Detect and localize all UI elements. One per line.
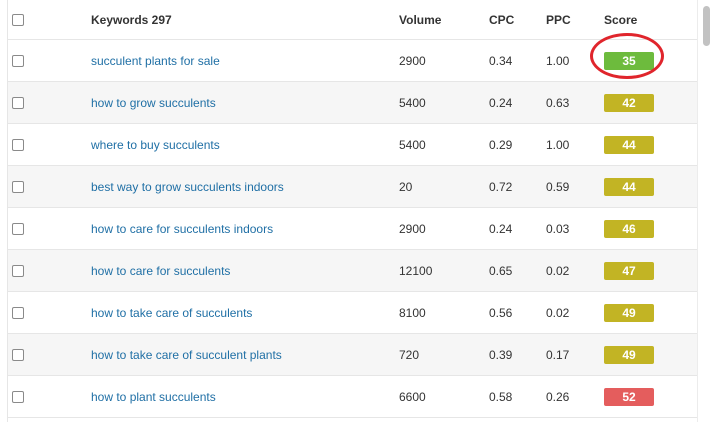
score-badge: 42 (604, 93, 654, 112)
keyword-link[interactable]: how to plant succulents (91, 376, 216, 417)
row-checkbox[interactable] (12, 96, 24, 109)
cpc-column-header[interactable]: CPC (489, 0, 514, 39)
row-checkbox[interactable] (12, 222, 24, 235)
scrollbar-track[interactable] (697, 0, 725, 422)
volume-value: 720 (399, 347, 420, 362)
table-row[interactable]: how to take care of succulent plants 720 0… (8, 334, 697, 376)
score-badge: 49 (604, 303, 654, 322)
ppc-value: 0.63 (546, 95, 570, 110)
score-badge: 46 (604, 219, 654, 238)
ppc-value: 1.00 (546, 137, 570, 152)
scrollbar-thumb[interactable] (703, 6, 710, 46)
keyword-link[interactable]: where to buy succulents (91, 124, 220, 165)
score-badge: 52 (604, 387, 654, 406)
score-badge: 44 (604, 135, 654, 154)
ppc-value: 0.17 (546, 347, 570, 362)
cpc-value: 0.58 (489, 389, 513, 404)
keyword-link[interactable]: how to take care of succulent plants (91, 334, 282, 375)
row-checkbox[interactable] (12, 390, 24, 403)
cpc-value: 0.29 (489, 137, 513, 152)
cpc-value: 0.72 (489, 179, 513, 194)
select-all-checkbox[interactable] (12, 13, 24, 26)
keyword-link[interactable]: how to care for succulents indoors (91, 208, 273, 249)
cpc-value: 0.39 (489, 347, 513, 362)
highlight-circle-annotation (590, 33, 664, 79)
score-badge: 49 (604, 345, 654, 364)
score-badge: 44 (604, 177, 654, 196)
keyword-link[interactable]: succulent plants for sale (91, 40, 220, 81)
ppc-column-header[interactable]: PPC (546, 0, 571, 39)
volume-value: 12100 (399, 263, 433, 278)
row-checkbox[interactable] (12, 306, 24, 319)
row-checkbox[interactable] (12, 348, 24, 361)
volume-value: 8100 (399, 305, 426, 320)
keywords-column-header[interactable]: Keywords 297 (91, 0, 172, 39)
cpc-value: 0.65 (489, 263, 513, 278)
cpc-value: 0.34 (489, 53, 513, 68)
keyword-link[interactable]: how to care for succulents (91, 250, 230, 291)
table-row[interactable]: how to plant succulents 6600 0.58 0.26 52 (8, 376, 697, 418)
ppc-value: 1.00 (546, 53, 570, 68)
ppc-value: 0.02 (546, 305, 570, 320)
table-row[interactable]: how to care for succulents 12100 0.65 0.02 4… (8, 250, 697, 292)
cpc-value: 0.56 (489, 305, 513, 320)
ppc-value: 0.02 (546, 263, 570, 278)
cpc-value: 0.24 (489, 95, 513, 110)
volume-value: 2900 (399, 53, 426, 68)
ppc-value: 0.26 (546, 389, 570, 404)
row-checkbox[interactable] (12, 54, 24, 67)
volume-value: 2900 (399, 221, 426, 236)
row-checkbox[interactable] (12, 264, 24, 277)
ppc-value: 0.03 (546, 221, 570, 236)
volume-column-header[interactable]: Volume (399, 0, 441, 39)
cpc-value: 0.24 (489, 221, 513, 236)
volume-value: 5400 (399, 137, 426, 152)
keyword-link[interactable]: how to take care of succulents (91, 292, 252, 333)
keyword-link[interactable]: best way to grow succulents indoors (91, 166, 284, 207)
table-row[interactable]: how to grow succulents 5400 0.24 0.63 42 (8, 82, 697, 124)
row-checkbox[interactable] (12, 138, 24, 151)
volume-value: 6600 (399, 389, 426, 404)
score-badge: 47 (604, 261, 654, 280)
table-row[interactable]: best way to grow succulents indoors 20 0.7… (8, 166, 697, 208)
keyword-link[interactable]: how to grow succulents (91, 82, 216, 123)
row-checkbox[interactable] (12, 180, 24, 193)
volume-value: 5400 (399, 95, 426, 110)
volume-value: 20 (399, 179, 413, 194)
table-row[interactable]: how to take care of succulents 8100 0.56 0.… (8, 292, 697, 334)
table-row[interactable]: where to buy succulents 5400 0.29 1.00 44 (8, 124, 697, 166)
table-header: Keywords 297 Volume CPC PPC Score (8, 0, 697, 40)
ppc-value: 0.59 (546, 179, 570, 194)
table-row[interactable]: how to care for succulents indoors 2900 0.… (8, 208, 697, 250)
